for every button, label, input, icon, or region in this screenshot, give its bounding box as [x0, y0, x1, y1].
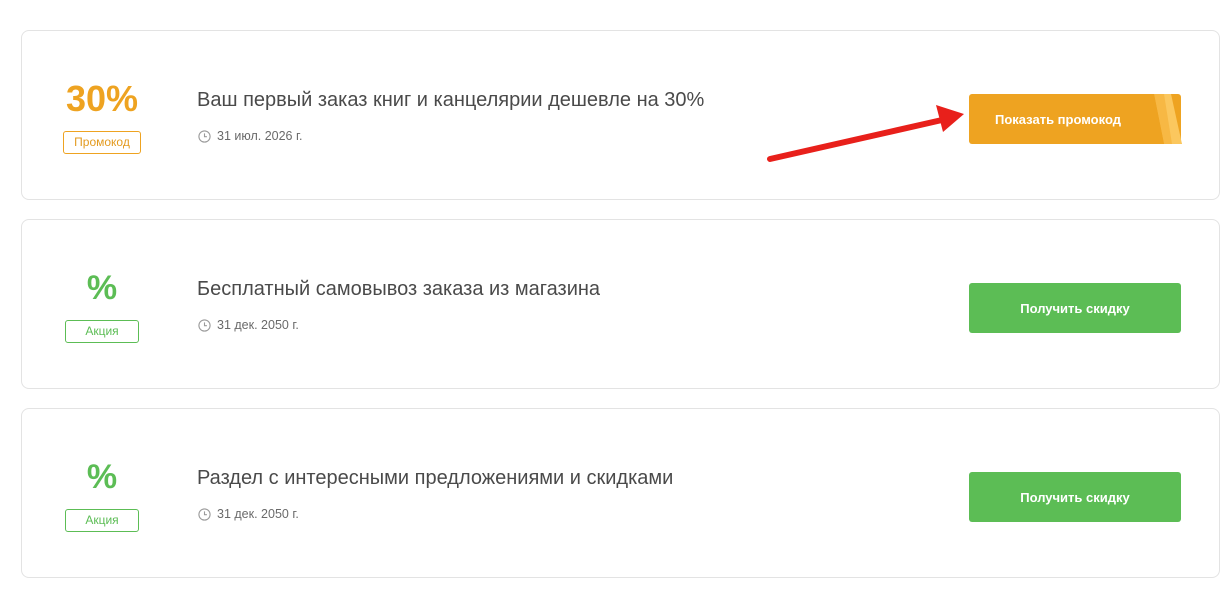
offer-card-pickup: % Акция Бесплатный самовывоз заказа из м…: [21, 219, 1220, 389]
offer-title[interactable]: Раздел с интересными предложениями и ски…: [197, 465, 673, 491]
percent-icon: %: [86, 458, 118, 496]
fold-corner-icon: [1142, 94, 1182, 144]
offer-expiry: 31 июл. 2026 г.: [198, 128, 303, 144]
clock-icon: [198, 507, 211, 521]
show-promocode-label: Показать промокод: [995, 111, 1121, 127]
clock-icon: [198, 129, 211, 143]
expiry-date: 31 дек. 2050 г.: [217, 507, 299, 521]
clock-icon: [198, 318, 211, 332]
offer-card-deals-section: % Акция Раздел с интересными предложения…: [21, 408, 1220, 578]
offer-card-promo-30: 30% Промокод Ваш первый заказ книг и кан…: [21, 30, 1220, 200]
offer-title[interactable]: Ваш первый заказ книг и канцелярии дешев…: [197, 87, 704, 113]
deal-tag: Акция: [65, 509, 139, 532]
get-discount-button[interactable]: Получить скидку: [969, 472, 1181, 522]
offer-expiry: 31 дек. 2050 г.: [198, 506, 299, 522]
offer-badge: % Акция: [62, 268, 142, 343]
offer-title[interactable]: Бесплатный самовывоз заказа из магазина: [197, 276, 600, 302]
offers-page: 30% Промокод Ваш первый заказ книг и кан…: [0, 0, 1229, 589]
percent-icon: %: [86, 269, 118, 307]
deal-tag: Акция: [65, 320, 139, 343]
offer-badge: % Акция: [62, 457, 142, 532]
promo-tag: Промокод: [63, 131, 141, 154]
show-promocode-button[interactable]: Показать промокод: [969, 94, 1182, 144]
discount-value: 30%: [65, 78, 139, 119]
offer-badge: 30% Промокод: [62, 79, 142, 154]
get-discount-button[interactable]: Получить скидку: [969, 283, 1181, 333]
expiry-date: 31 дек. 2050 г.: [217, 318, 299, 332]
offer-expiry: 31 дек. 2050 г.: [198, 317, 299, 333]
expiry-date: 31 июл. 2026 г.: [217, 129, 303, 143]
